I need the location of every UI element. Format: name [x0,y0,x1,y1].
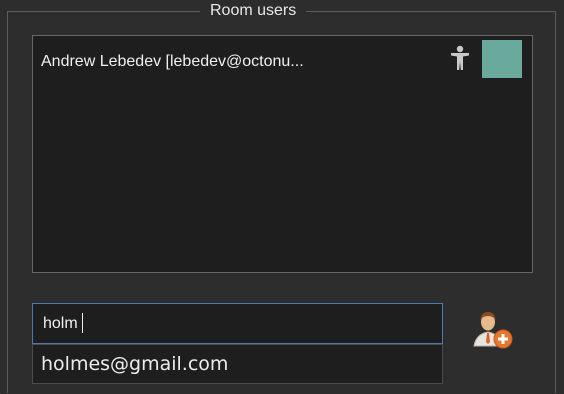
list-item[interactable]: Andrew Lebedev [lebedev@octonu... [33,36,532,84]
user-list[interactable]: Andrew Lebedev [lebedev@octonu... [32,35,533,273]
user-color-swatch [482,40,522,78]
autocomplete-suggestion[interactable]: holmes@gmail.com [41,353,228,375]
user-name-label: Andrew Lebedev [lebedev@octonu... [41,53,304,70]
text-caret [82,313,83,333]
add-user-button[interactable] [466,308,522,352]
add-user-icon [473,312,513,349]
groupbox-title: Room users [200,1,307,21]
autocomplete-dropdown: holmes@gmail.com [32,344,443,384]
user-search-input[interactable] [32,303,443,344]
room-users-panel: Room users Andrew Lebedev [lebedev@octon… [0,0,564,394]
person-standing-icon [451,45,469,70]
